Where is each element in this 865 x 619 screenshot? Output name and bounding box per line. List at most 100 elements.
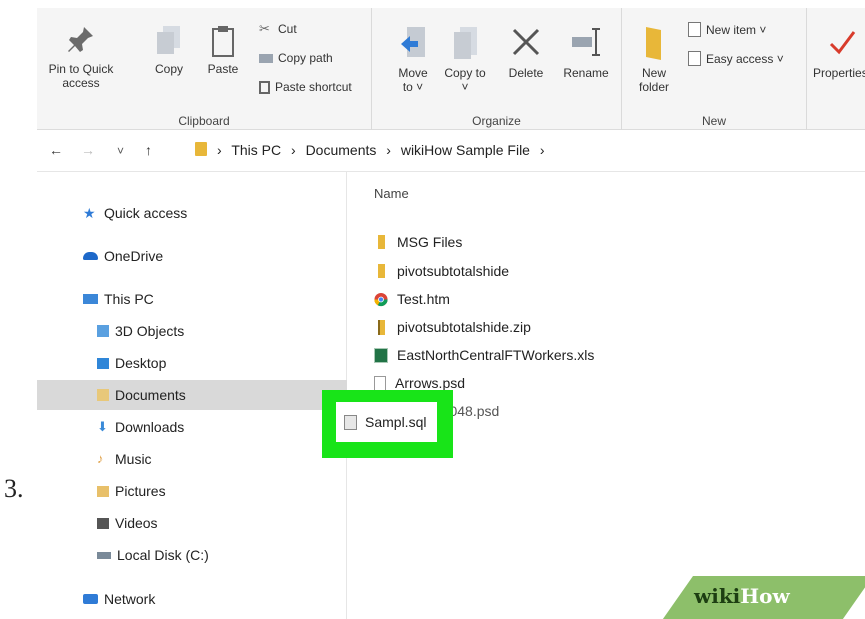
copy-to-label: Copy to ˅ [444,66,486,94]
organize-caption: Organize [472,114,521,128]
nav-item-3d-objects[interactable]: 3D Objects [37,316,347,346]
file-name: pivotsubtotalshide [397,263,510,279]
breadcrumb-this-pc[interactable]: This PC [231,142,281,158]
copy-to-button[interactable]: Copy to ˅ [444,24,486,94]
nav-item-label: Pictures [115,483,166,499]
ribbon: Pin to Quick access Copy Paste ✂ Cut Cop… [37,8,865,130]
nav-item-downloads[interactable]: ⬇ Downloads [37,412,347,442]
folder-icon [378,264,385,278]
file-explorer-window: Pin to Quick access Copy Paste ✂ Cut Cop… [37,8,865,619]
copy-label: Copy [154,62,183,76]
nav-item-label: Network [104,591,156,607]
open-group: Properties [807,8,865,130]
breadcrumb[interactable]: › This PC › Documents › wikiHow Sample F… [217,142,551,158]
checkmark-icon [829,31,856,55]
easy-access-icon [688,51,701,66]
scissors-icon: ✂ [259,21,270,36]
file-name: Test.htm [397,291,450,307]
pin-label: Pin to Quick access [48,62,114,90]
pin-icon [68,27,93,52]
nav-item-onedrive[interactable]: OneDrive [37,241,347,271]
paste-shortcut-button[interactable]: Paste shortcut [259,80,352,94]
rename-label: Rename [563,66,609,80]
desktop-folder-icon [97,357,109,369]
delete-x-icon [512,28,540,56]
nav-item-local-disk[interactable]: Local Disk (C:) [37,540,347,570]
nav-item-desktop[interactable]: Desktop [37,348,347,378]
sql-file-icon [344,414,357,430]
new-folder-label: New folder [638,66,670,94]
nav-item-pictures[interactable]: Pictures [37,476,347,506]
paste-label: Paste [207,62,239,76]
nav-item-label: Downloads [115,419,185,435]
pictures-icon [97,485,109,497]
list-item[interactable]: EastNorthCentralFTWorkers.xls [374,343,594,367]
move-to-button[interactable]: Move to ˅ [392,24,434,94]
properties-button[interactable]: Properties [813,24,865,80]
up-button[interactable]: ↑ [145,142,152,158]
new-item-label: New item ˅ [706,22,767,37]
delete-label: Delete [508,66,544,80]
file-name: MSG Files [397,234,463,250]
organize-group: Move to ˅ Copy to ˅ Delete Rename Organi… [372,8,622,130]
new-item-button[interactable]: New item ˅ [688,22,766,37]
paste-button[interactable]: Paste [201,24,245,76]
nav-item-label: This PC [104,291,154,307]
file-icon [374,375,386,391]
nav-item-network[interactable]: Network [37,584,347,614]
nav-item-label: OneDrive [104,248,164,264]
list-item[interactable]: MSG Files [374,230,462,254]
nav-item-label: Local Disk (C:) [117,547,209,563]
paste-shortcut-label: Paste shortcut [275,80,352,94]
address-bar: ← → ˅ ↑ › This PC › Documents › wikiHow … [37,130,865,172]
easy-access-button[interactable]: Easy access ˅ [688,51,784,66]
drive-icon [97,551,111,559]
nav-item-label: 3D Objects [115,323,185,339]
wikihow-watermark: wikiHow [694,584,790,608]
excel-icon [374,347,388,363]
downloads-icon: ⬇ [97,418,108,434]
nav-item-quick-access[interactable]: ★ Quick access [37,198,347,228]
copy-path-label: Copy path [278,51,333,65]
file-name: Arrows.psd [395,375,466,391]
column-header-name[interactable]: Name [374,186,409,201]
list-item[interactable]: pivotsubtotalshide [374,259,509,283]
cut-label: Cut [278,22,297,36]
computer-icon [83,294,98,304]
rename-icon [572,28,600,56]
back-button[interactable]: ← [49,142,63,158]
recent-locations-button[interactable]: ˅ [117,144,124,158]
clipboard-caption: Clipboard [178,114,230,128]
cut-button[interactable]: ✂ Cut [259,22,297,36]
copy-button[interactable]: Copy [147,24,191,76]
forward-button[interactable]: → [81,142,95,158]
zip-icon [378,319,385,335]
file-name: Sampl.sql [365,414,427,430]
delete-button[interactable]: Delete [502,24,550,80]
breadcrumb-separator: › [539,142,545,158]
nav-item-documents[interactable]: Documents [37,380,347,410]
nav-item-label: Quick access [104,205,188,221]
list-item[interactable]: pivotsubtotalshide.zip [374,315,531,339]
new-folder-icon [646,27,661,60]
clipboard-icon [212,26,234,57]
step-number: 3. [4,474,24,503]
new-caption: New [701,114,726,128]
breadcrumb-wikihow-sample-file[interactable]: wikiHow Sample File [401,142,530,158]
file-name: EastNorthCentralFTWorkers.xls [397,347,595,363]
nav-item-music[interactable]: ♪ Music [37,444,347,474]
new-folder-button[interactable]: New folder [630,24,678,94]
music-icon: ♪ [97,450,104,466]
list-item[interactable]: Test.htm [374,287,450,311]
nav-item-this-pc[interactable]: This PC [37,284,347,314]
documents-folder-icon [97,389,109,401]
rename-button[interactable]: Rename [558,24,614,80]
easy-access-label: Easy access ˅ [706,51,784,66]
navigation-pane: ★ Quick access OneDrive This PC 3D Objec… [37,172,347,619]
breadcrumb-documents[interactable]: Documents [306,142,377,158]
copy-path-button[interactable]: Copy path [259,51,333,65]
watermark-part2: How [740,584,790,608]
list-item-sampl-sql[interactable]: Sampl.sql [336,402,437,442]
nav-item-videos[interactable]: Videos [37,508,347,538]
pin-to-quick-access-button[interactable]: Pin to Quick access [45,24,117,90]
